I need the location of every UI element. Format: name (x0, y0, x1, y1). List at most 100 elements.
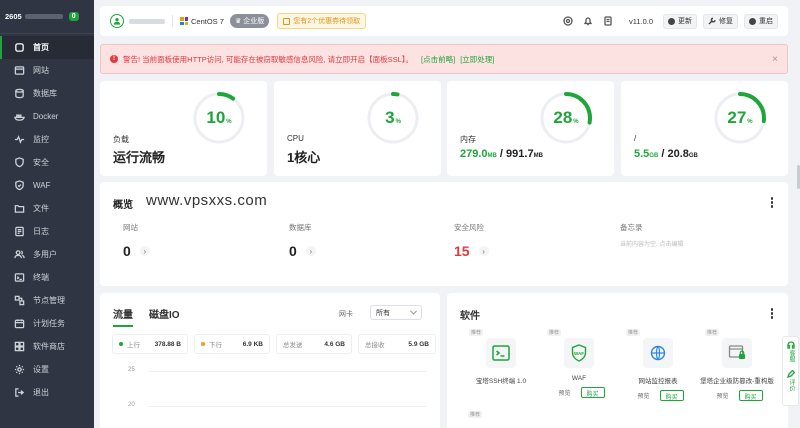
sidebar-item-store[interactable]: 软件商店 (0, 335, 94, 358)
database-icon (14, 88, 25, 99)
version-label: v11.0.0 (628, 16, 653, 26)
buy-button[interactable]: 购买 (659, 390, 684, 401)
overview-websites[interactable]: 网站 0 › (123, 222, 150, 259)
home-icon (14, 42, 25, 53)
sidebar-item-settings[interactable]: 设置 (0, 358, 94, 381)
crown-icon: ♛ (234, 18, 242, 25)
sidebar-item-waf[interactable]: WAF (0, 174, 94, 197)
gear-icon (14, 364, 25, 375)
username-masked (129, 18, 165, 24)
more-icon[interactable] (770, 308, 774, 319)
sidebar-item-files[interactable]: 文件 (0, 197, 94, 220)
sidebar-item-terminal[interactable]: 终端 (0, 266, 94, 289)
sidebar-item-docker[interactable]: Docker (0, 105, 94, 128)
node-icon (14, 295, 25, 306)
disk-total-unit: GB (688, 153, 698, 159)
sidebar-item-security[interactable]: 安全 (0, 151, 94, 174)
repair-button[interactable]: 修复 (703, 13, 738, 29)
sidebar-item-logout[interactable]: 退出 (0, 381, 94, 404)
support-icon[interactable] (561, 14, 575, 28)
close-icon[interactable]: × (772, 54, 778, 65)
docker-icon (14, 111, 25, 122)
stat-label: / (634, 134, 637, 143)
update-button[interactable]: 更新 (663, 13, 697, 29)
recommend-tag: 推荐 (547, 329, 562, 336)
customer-service-button[interactable]: 客服 (786, 341, 795, 362)
y-tick: 20 (128, 402, 135, 408)
overview-security-risks[interactable]: 安全风险 15 › (454, 222, 489, 259)
waf-app-icon: WAF (564, 338, 594, 368)
sidebar-item-label: 退出 (33, 388, 49, 397)
download-dot (201, 342, 205, 346)
sidebar-item-label: 网站 (33, 66, 49, 75)
server-header[interactable]: 2605 0 (0, 0, 94, 34)
sidebar-item-logs[interactable]: 日志 (0, 220, 94, 243)
alert-link-fix[interactable]: [立即处理] (460, 54, 494, 65)
feedback-button[interactable]: 评价 (786, 370, 795, 391)
memory-total: 991.7 (506, 148, 534, 160)
gridline (148, 371, 426, 372)
floating-toolbar: 客服 评价 (782, 336, 799, 406)
memory-total-unit: MB (533, 153, 543, 159)
tab-disk-io[interactable]: 磁盘IO (149, 306, 180, 327)
stat-card-memory[interactable]: 28% 内存 279.0MB / 991.7MB (447, 81, 614, 176)
software-item[interactable]: 推荐 宝塔SSH终端 1.0 (461, 329, 541, 385)
y-tick: 25 (128, 367, 135, 373)
overview-value: 15 (454, 243, 470, 259)
upload-dot (119, 342, 123, 346)
sidebar-item-home[interactable]: 首页 (0, 36, 94, 59)
restart-button[interactable]: 重启 (744, 13, 778, 29)
sidebar-item-users[interactable]: 多用户 (0, 243, 94, 266)
preview-button[interactable]: 预览 (632, 390, 654, 401)
coupon-banner[interactable]: 您有2个优惠券待领取 (277, 13, 367, 29)
overview-label: 安全风险 (454, 223, 484, 232)
overview-databases[interactable]: 数据库 0 › (289, 222, 316, 259)
tab-traffic[interactable]: 流量 (113, 306, 133, 327)
memory-used-unit: MB (487, 153, 497, 159)
sidebar-item-website[interactable]: 网站 (0, 59, 94, 82)
nic-select[interactable]: 所有 (370, 305, 422, 320)
stat-card-load[interactable]: 10% 负载 运行流畅 (100, 81, 267, 176)
edition-badge[interactable]: ♛ 企业版 (229, 14, 270, 28)
update-icon (668, 17, 675, 25)
preview-button[interactable]: 预览 (553, 387, 575, 398)
memory-gauge: 28% (537, 89, 595, 147)
memory-used: 279.0 (460, 148, 488, 160)
sidebar-item-monitor[interactable]: 监控 (0, 128, 94, 151)
load-gauge: 10% (190, 89, 248, 147)
buy-button[interactable]: 购买 (580, 387, 605, 398)
stat-label: 内存 (460, 135, 476, 144)
overview-memo[interactable]: 备忘录 当前内容为空, 点击编辑 (620, 222, 683, 248)
avatar[interactable] (110, 14, 124, 28)
user-icon (113, 18, 121, 25)
alert-link-ignore[interactable]: [点击前略] (421, 54, 455, 65)
sidebar-item-database[interactable]: 数据库 (0, 82, 94, 105)
preview-button[interactable]: 预览 (711, 390, 733, 401)
chevron-right-icon[interactable]: › (139, 246, 150, 256)
software-item[interactable]: 推荐 WAF WAF 预览 购买 (539, 329, 619, 398)
software-item[interactable]: 推荐 堡塔企业级防篡改-重构版 预览 购买 (697, 329, 777, 401)
stat-card-cpu[interactable]: 3% CPU 1核心 (274, 81, 441, 176)
stat-value: 1核心 (287, 150, 321, 165)
sidebar-item-nodes[interactable]: 节点管理 (0, 289, 94, 312)
website-icon (14, 65, 25, 76)
disk-used-unit: GB (649, 153, 659, 159)
sidebar-item-label: 多用户 (33, 250, 57, 259)
disk-used: 5.5 (634, 148, 650, 160)
chevron-right-icon[interactable]: › (305, 246, 316, 256)
disk-total: 20.8 (667, 148, 689, 160)
software-name: WAF (571, 375, 587, 382)
stat-card-disk[interactable]: 27% / 5.5GB / 20.8GB (621, 81, 788, 176)
software-item[interactable]: 推荐 网站监控报表 预览 购买 (618, 329, 698, 401)
notes-icon[interactable] (601, 14, 615, 28)
server-badge: 0 (68, 12, 79, 21)
chevron-right-icon[interactable]: › (478, 246, 489, 256)
more-icon[interactable] (770, 197, 774, 208)
bell-icon[interactable] (581, 14, 595, 28)
traffic-panel: 流量 磁盘IO 网卡 所有 上行 378.88 B 下行 6.9 KB 总发送 4.6… (100, 293, 440, 428)
feedback-label: 评价 (788, 379, 794, 391)
stat-download: 下行 6.9 KB (194, 334, 270, 354)
terminal-app-icon (486, 338, 516, 368)
sidebar-item-cron[interactable]: 计划任务 (0, 312, 94, 335)
buy-button[interactable]: 购买 (738, 390, 763, 401)
